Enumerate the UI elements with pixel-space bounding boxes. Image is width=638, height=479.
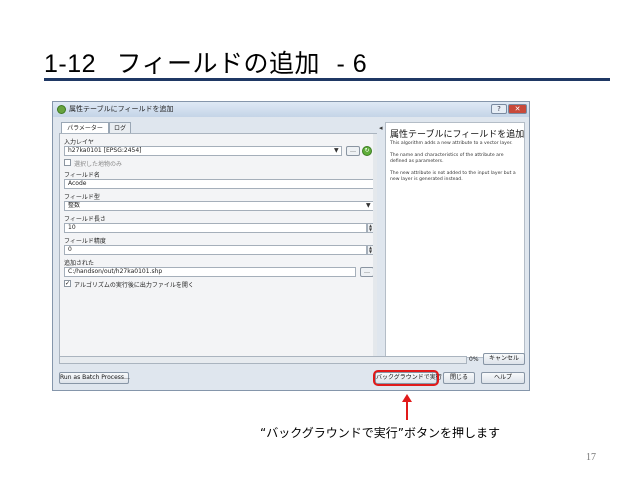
- input-layer-browse-button[interactable]: …: [346, 146, 360, 156]
- chevron-down-icon: ▼: [334, 147, 339, 154]
- window-help-button[interactable]: ?: [491, 104, 507, 114]
- refresh-icon[interactable]: ↻: [362, 146, 372, 156]
- output-browse-button[interactable]: …: [360, 267, 374, 277]
- parameters-scrollbar[interactable]: [373, 134, 377, 356]
- chevron-left-icon[interactable]: ◂: [379, 124, 383, 132]
- run-background-highlight: [373, 370, 439, 386]
- title-underline: [44, 78, 610, 81]
- field-type-value: 整数: [68, 202, 81, 209]
- help-paragraph: This algorithm adds a new attribute to a…: [390, 141, 513, 146]
- cancel-button[interactable]: キャンセル: [483, 353, 525, 365]
- add-field-dialog: 属性テーブルにフィールドを追加 ? ✕ パラメーター ログ 入力レイヤ h27k…: [52, 101, 530, 391]
- progress-bar: [59, 356, 467, 364]
- field-length-label: フィールド長さ: [64, 216, 106, 223]
- field-precision-input[interactable]: 0: [64, 245, 367, 255]
- window-close-button[interactable]: ✕: [508, 104, 527, 114]
- slide-title-text: フィールドの追加: [116, 49, 321, 78]
- help-button[interactable]: ヘルプ: [481, 372, 525, 384]
- dialog-titlebar: 属性テーブルにフィールドを追加 ? ✕: [53, 102, 529, 117]
- field-name-input[interactable]: Acode: [64, 179, 374, 189]
- slide-title: 1-12 フィールドの追加 - 6: [44, 44, 367, 80]
- help-pane: 属性テーブルにフィールドを追加 This algorithm adds a ne…: [385, 122, 525, 358]
- open-output-label: アルゴリズムの実行後に出力ファイルを開く: [74, 282, 194, 289]
- slide-title-number: 1-12: [44, 50, 97, 78]
- progress-percent: 0%: [469, 356, 479, 363]
- input-layer-label: 入力レイヤ: [64, 139, 94, 146]
- help-paragraph: The new attribute is not added to the in…: [390, 171, 516, 182]
- page-number: 17: [586, 452, 596, 463]
- selected-only-checkbox[interactable]: [64, 159, 71, 166]
- field-type-select[interactable]: 整数: [64, 201, 374, 211]
- help-title: 属性テーブルにフィールドを追加: [390, 130, 525, 140]
- qgis-icon: [57, 105, 66, 114]
- open-output-checkbox[interactable]: ✓: [64, 280, 71, 287]
- input-layer-value: h27ka0101 [EPSG:2454]: [68, 147, 142, 154]
- field-precision-label: フィールド精度: [64, 238, 106, 245]
- field-name-label: フィールド名: [64, 172, 100, 179]
- slide-title-suffix: - 6: [336, 50, 368, 78]
- close-button[interactable]: 閉じる: [443, 372, 475, 384]
- selected-only-label: 選択した地物のみ: [74, 161, 123, 168]
- output-path-input[interactable]: C:/handson/out/h27ka0101.shp: [64, 267, 356, 277]
- help-paragraph: The name and characteristics of the attr…: [390, 153, 504, 164]
- instruction-caption: “バックグラウンドで実行”ボタンを押します: [260, 426, 500, 440]
- dialog-title: 属性テーブルにフィールドを追加: [69, 105, 174, 113]
- output-label: 追加された: [64, 260, 95, 267]
- red-up-arrow-icon: [402, 394, 412, 420]
- run-as-batch-button[interactable]: Run as Batch Process…: [59, 372, 130, 384]
- field-length-input[interactable]: 10: [64, 223, 367, 233]
- chevron-down-icon: ▼: [366, 202, 371, 209]
- parameters-panel: 入力レイヤ h27ka0101 [EPSG:2454] ▼ … ↻ 選択した地物…: [59, 133, 377, 357]
- input-layer-select[interactable]: h27ka0101 [EPSG:2454]: [64, 146, 342, 156]
- field-type-label: フィールド型: [64, 194, 100, 201]
